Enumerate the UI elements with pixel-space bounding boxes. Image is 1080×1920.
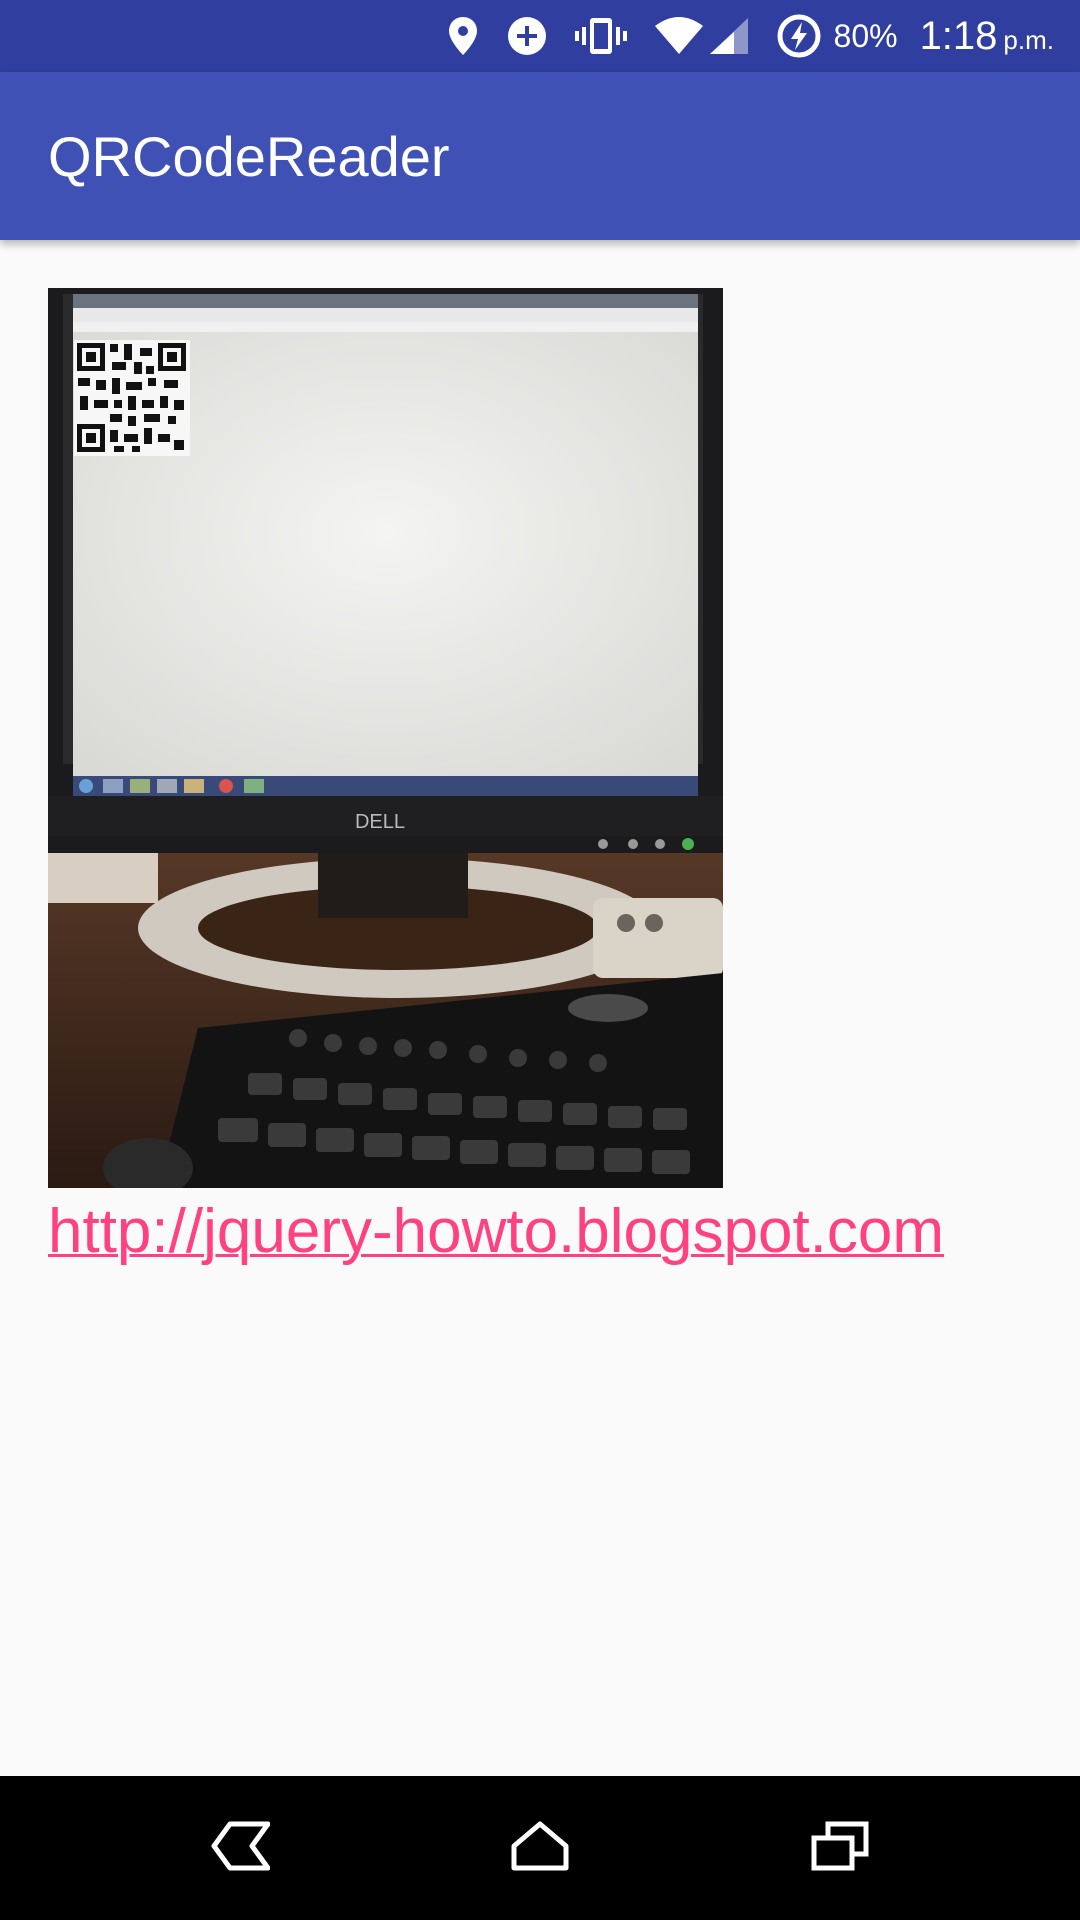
home-button[interactable] [460, 1776, 620, 1920]
app-title: QRCodeReader [48, 124, 450, 188]
back-button[interactable] [160, 1776, 320, 1920]
cell-signal-icon [708, 16, 750, 56]
app-bar: QRCodeReader [0, 72, 1080, 240]
navigation-bar [0, 1776, 1080, 1920]
clock-time: 1:18 [919, 13, 998, 58]
monitor-photo: DELL [48, 288, 723, 1188]
clock-ampm: p.m. [1003, 24, 1054, 55]
location-icon [446, 15, 480, 57]
captured-image: DELL [48, 288, 723, 1188]
monitor-brand: DELL [355, 811, 405, 833]
result-link[interactable]: http://jquery-howto.blogspot.com [48, 1196, 944, 1267]
clock: 1:18 p.m. [920, 14, 1054, 59]
recents-icon [810, 1820, 870, 1876]
qr-code [74, 340, 190, 456]
wifi-icon [654, 16, 704, 56]
vibrate-icon [574, 15, 628, 57]
battery-percent: 80% [833, 17, 898, 54]
back-icon [210, 1821, 271, 1875]
data-saver-icon [506, 15, 548, 57]
home-icon [510, 1820, 570, 1876]
recents-button[interactable] [760, 1776, 920, 1920]
battery-charging-icon [776, 13, 822, 59]
status-bar: 80% 1:18 p.m. [0, 0, 1080, 72]
